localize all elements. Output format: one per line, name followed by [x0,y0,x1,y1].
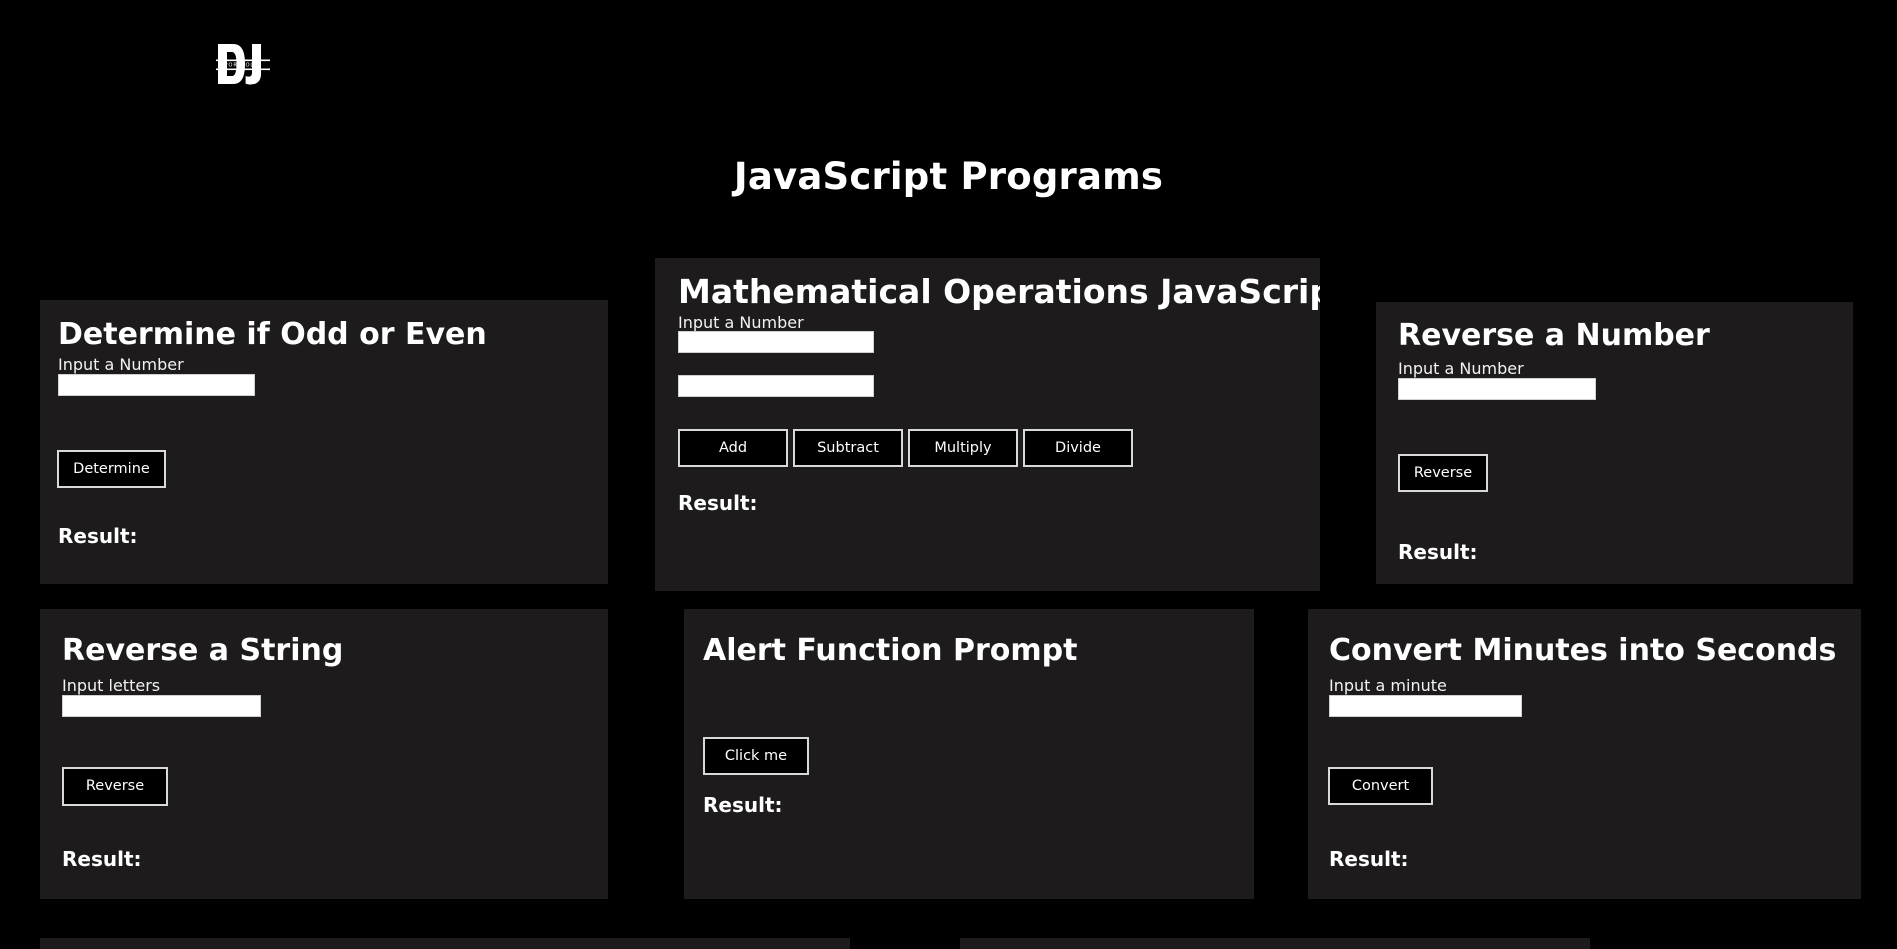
result-label: Result: [58,524,138,548]
input-label: Input a Number [58,355,184,374]
result-label: Result: [62,847,142,871]
card-title: Convert Minutes into Seconds [1329,633,1837,668]
card-next-row-left-partial [40,938,850,949]
card-title: Mathematical Operations JavaScript [678,272,1320,311]
page-title: JavaScript Programs [733,154,1164,198]
card-title: Reverse a String [62,633,344,668]
input-label: Input a Number [1398,359,1524,378]
result-label: Result: [1398,540,1478,564]
add-button[interactable]: Add [678,429,788,467]
convert-button[interactable]: Convert [1328,767,1433,805]
input-label: Input letters [62,676,161,695]
first-number-input[interactable] [678,331,874,353]
click-me-button[interactable]: Click me [703,737,809,775]
reverse-string-button[interactable]: Reverse [62,767,168,806]
card-reverse-a-string: Reverse a String Input letters Reverse R… [40,609,608,899]
result-label: Result: [678,491,758,515]
card-next-row-right-partial [960,938,1590,949]
input-label: Input a minute [1329,676,1447,695]
card-title: Reverse a Number [1398,318,1710,353]
card-title: Determine if Odd or Even [58,317,487,352]
minute-input[interactable] [1329,695,1522,717]
card-mathematical-operations: Mathematical Operations JavaScript Input… [655,258,1320,591]
input-label: Input a Number [678,313,804,332]
result-label: Result: [703,793,783,817]
subtract-button[interactable]: Subtract [793,429,903,467]
site-logo[interactable]: PORTFOLIO [214,40,272,88]
result-label: Result: [1329,847,1409,871]
second-number-input[interactable] [678,375,874,397]
determine-button[interactable]: Determine [57,450,166,488]
letters-input[interactable] [62,695,261,717]
card-title: Alert Function Prompt [703,633,1078,668]
card-reverse-a-number: Reverse a Number Input a Number Reverse … [1376,302,1853,584]
svg-text:PORTFOLIO: PORTFOLIO [224,62,261,68]
dj-portfolio-logo-icon: PORTFOLIO [216,44,270,85]
number-input[interactable] [1398,378,1596,400]
card-convert-minutes-into-seconds: Convert Minutes into Seconds Input a min… [1308,609,1861,899]
divide-button[interactable]: Divide [1023,429,1133,467]
multiply-button[interactable]: Multiply [908,429,1018,467]
card-alert-function-prompt: Alert Function Prompt Click me Result: [684,609,1254,899]
reverse-number-button[interactable]: Reverse [1398,454,1488,492]
card-determine-odd-or-even: Determine if Odd or Even Input a Number … [40,300,608,584]
number-input[interactable] [58,374,255,396]
